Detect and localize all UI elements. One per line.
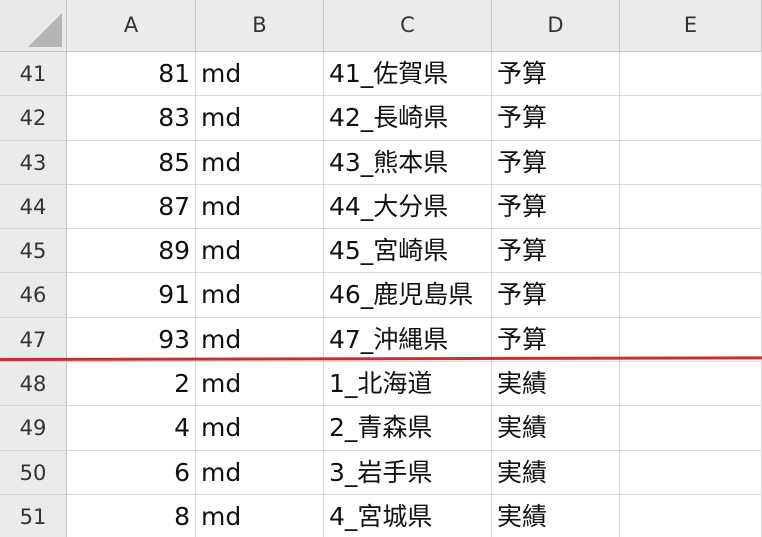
- table-row: 45 89 md 45_宮崎県 予算: [0, 229, 762, 274]
- table-row: 41 81 md 41_佐賀県 予算: [0, 52, 762, 97]
- cell-d[interactable]: 実績: [492, 406, 620, 451]
- table-row: 43 85 md 43_熊本県 予算: [0, 140, 762, 185]
- cell-b[interactable]: md: [196, 317, 324, 363]
- row-header[interactable]: 41: [0, 52, 67, 97]
- cell-e[interactable]: [620, 450, 762, 495]
- cell-c[interactable]: 43_熊本県: [324, 140, 492, 185]
- cell-c[interactable]: 47_沖縄県: [324, 317, 492, 363]
- cell-e[interactable]: [620, 494, 762, 537]
- cell-b[interactable]: md: [196, 450, 324, 495]
- cell-a[interactable]: 4: [67, 406, 196, 451]
- cell-e[interactable]: [620, 406, 762, 451]
- row-header[interactable]: 50: [0, 450, 67, 495]
- table-row: 51 8 md 4_宮城県 実績: [0, 494, 762, 537]
- cell-c[interactable]: 2_青森県: [324, 406, 492, 451]
- cell-c[interactable]: 3_岩手県: [324, 450, 492, 495]
- cell-b[interactable]: md: [196, 229, 324, 274]
- cell-d[interactable]: 予算: [492, 52, 620, 97]
- table-row: 47 93 md 47_沖縄県 予算: [0, 317, 762, 363]
- cell-c[interactable]: 42_長崎県: [324, 96, 492, 141]
- cell-a[interactable]: 91: [67, 273, 196, 318]
- table-row: 50 6 md 3_岩手県 実績: [0, 450, 762, 495]
- cell-a[interactable]: 87: [67, 184, 196, 230]
- table-row: 48 2 md 1_北海道 実績: [0, 362, 762, 407]
- cell-d[interactable]: 予算: [492, 317, 620, 363]
- table-row: 46 91 md 46_鹿児島県 予算: [0, 273, 762, 318]
- row-header[interactable]: 43: [0, 140, 67, 185]
- row-header[interactable]: 45: [0, 229, 67, 274]
- cell-d[interactable]: 予算: [492, 184, 620, 230]
- row-header[interactable]: 42: [0, 96, 67, 141]
- cell-e[interactable]: [620, 96, 762, 141]
- column-headers: A B C D E: [67, 0, 762, 52]
- row-header[interactable]: 44: [0, 184, 67, 230]
- cell-b[interactable]: md: [196, 362, 324, 407]
- cell-d[interactable]: 実績: [492, 494, 620, 537]
- cell-b[interactable]: md: [196, 273, 324, 318]
- cell-b[interactable]: md: [196, 184, 324, 230]
- cell-e[interactable]: [620, 362, 762, 407]
- cell-d[interactable]: 予算: [492, 229, 620, 274]
- select-all-triangle-icon: [28, 13, 62, 47]
- cell-a[interactable]: 93: [67, 317, 196, 363]
- row-header[interactable]: 51: [0, 494, 67, 537]
- cell-d[interactable]: 予算: [492, 273, 620, 318]
- column-header-d[interactable]: D: [492, 0, 620, 52]
- cell-b[interactable]: md: [196, 406, 324, 451]
- cell-d[interactable]: 実績: [492, 450, 620, 495]
- select-all-button[interactable]: [0, 0, 67, 52]
- cell-b[interactable]: md: [196, 140, 324, 185]
- table-row: 49 4 md 2_青森県 実績: [0, 406, 762, 451]
- cell-d[interactable]: 予算: [492, 140, 620, 185]
- cell-e[interactable]: [620, 184, 762, 230]
- cell-e[interactable]: [620, 52, 762, 97]
- column-header-a[interactable]: A: [67, 0, 196, 52]
- table-row: 42 83 md 42_長崎県 予算: [0, 96, 762, 141]
- cell-a[interactable]: 85: [67, 140, 196, 185]
- column-header-e[interactable]: E: [620, 0, 762, 52]
- row-header[interactable]: 47: [0, 317, 67, 363]
- cell-grid: 41 81 md 41_佐賀県 予算 42 83 md 42_長崎県 予算 43…: [0, 52, 762, 537]
- cell-e[interactable]: [620, 229, 762, 274]
- cell-b[interactable]: md: [196, 494, 324, 537]
- row-header[interactable]: 49: [0, 406, 67, 451]
- row-header[interactable]: 48: [0, 362, 67, 407]
- cell-a[interactable]: 6: [67, 450, 196, 495]
- column-header-c[interactable]: C: [324, 0, 492, 52]
- cell-d[interactable]: 実績: [492, 362, 620, 407]
- cell-e[interactable]: [620, 273, 762, 318]
- column-header-b[interactable]: B: [196, 0, 324, 52]
- cell-c[interactable]: 4_宮城県: [324, 494, 492, 537]
- cell-c[interactable]: 1_北海道: [324, 362, 492, 407]
- cell-d[interactable]: 予算: [492, 96, 620, 141]
- cell-e[interactable]: [620, 140, 762, 185]
- cell-e[interactable]: [620, 317, 762, 363]
- cell-c[interactable]: 41_佐賀県: [324, 52, 492, 97]
- cell-a[interactable]: 8: [67, 494, 196, 537]
- spreadsheet: A B C D E 41 81 md 41_佐賀県 予算 42 83 md 42…: [0, 0, 762, 537]
- cell-c[interactable]: 45_宮崎県: [324, 229, 492, 274]
- cell-c[interactable]: 44_大分県: [324, 184, 492, 230]
- cell-a[interactable]: 83: [67, 96, 196, 141]
- cell-c[interactable]: 46_鹿児島県: [324, 273, 492, 318]
- table-row: 44 87 md 44_大分県 予算: [0, 184, 762, 230]
- cell-b[interactable]: md: [196, 96, 324, 141]
- cell-a[interactable]: 2: [67, 362, 196, 407]
- cell-a[interactable]: 89: [67, 229, 196, 274]
- cell-b[interactable]: md: [196, 52, 324, 97]
- cell-a[interactable]: 81: [67, 52, 196, 97]
- row-header[interactable]: 46: [0, 273, 67, 318]
